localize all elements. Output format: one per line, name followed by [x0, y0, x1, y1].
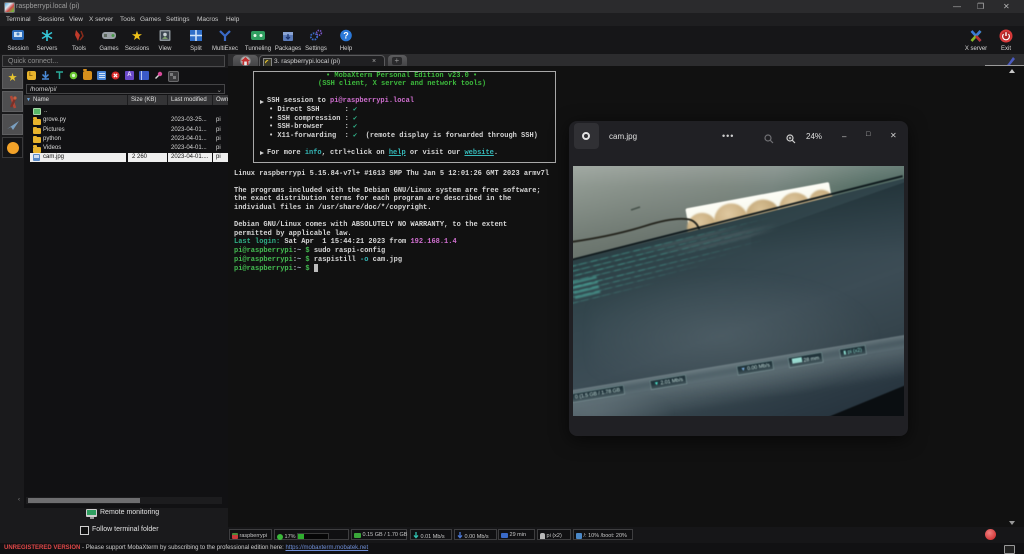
svg-text:?: ? — [343, 31, 349, 41]
